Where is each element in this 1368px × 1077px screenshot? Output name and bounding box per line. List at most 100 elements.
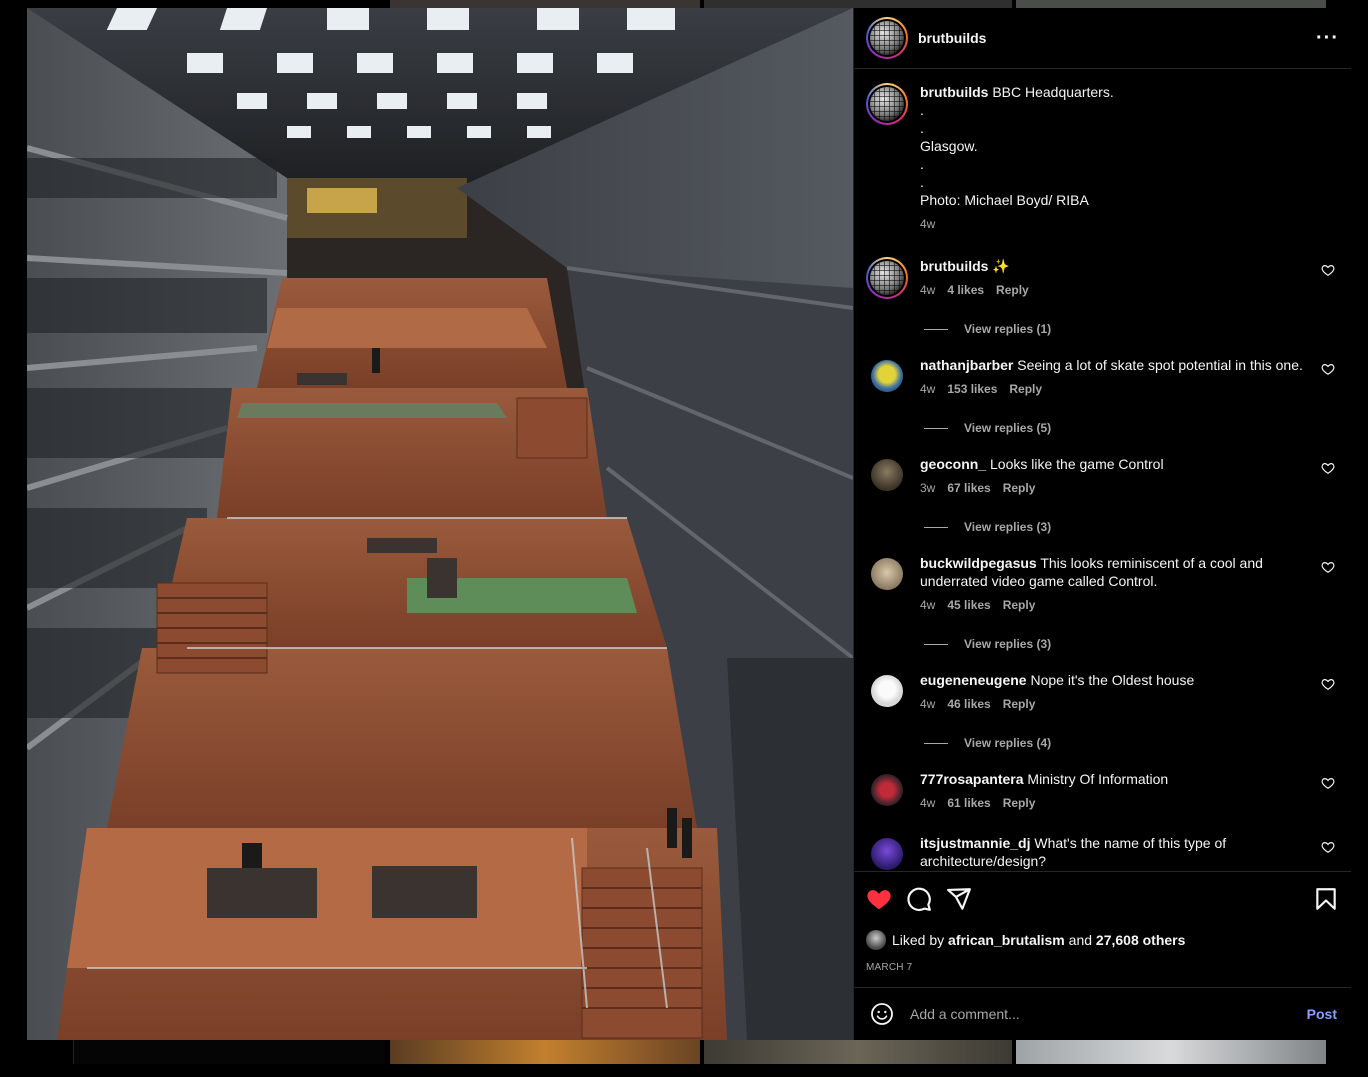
comment-likes[interactable]: 61 likes (947, 794, 990, 812)
caption-text: Photo: Michael Boyd/ RIBA (920, 192, 1089, 208)
view-replies-button[interactable]: View replies (1) (924, 322, 1335, 336)
comment-avatar[interactable] (866, 257, 908, 299)
caption-text: BBC Headquarters. (992, 84, 1114, 100)
comment-avatar[interactable] (871, 838, 903, 870)
view-replies-label: View replies (3) (964, 520, 1052, 534)
bookmark-icon[interactable] (1313, 886, 1339, 912)
comment-text: Seeing a lot of skate spot potential in … (1017, 357, 1303, 373)
comment-avatar[interactable] (871, 360, 903, 392)
comment-username[interactable]: eugeneneugene (920, 672, 1027, 688)
globe-avatar-icon (870, 87, 904, 121)
comment-time[interactable]: 4w (920, 596, 935, 614)
grid-thumbnail[interactable] (390, 1040, 700, 1064)
heart-outline-icon[interactable] (1321, 263, 1335, 277)
comment-username[interactable]: buckwildpegasus (920, 555, 1037, 571)
comment-time[interactable]: 3w (920, 479, 935, 497)
caption-avatar[interactable] (866, 83, 908, 125)
comment-time[interactable]: 4w (920, 281, 935, 299)
comment-text: ✨ (992, 258, 1010, 274)
comment-time[interactable]: 4w (920, 695, 935, 713)
author-avatar[interactable] (866, 17, 908, 59)
reply-button[interactable]: Reply (1009, 380, 1042, 398)
share-icon[interactable] (946, 886, 972, 912)
liker-avatar[interactable] (866, 930, 886, 950)
heart-outline-icon[interactable] (1321, 776, 1335, 790)
view-replies-label: View replies (3) (964, 637, 1052, 651)
atrium-photo (27, 8, 853, 1040)
post-header: brutbuilds ··· (854, 8, 1351, 69)
comment-likes[interactable]: 153 likes (947, 380, 997, 398)
comment-username[interactable]: nathanjbarber (920, 357, 1013, 373)
comment-likes[interactable]: 67 likes (947, 479, 990, 497)
likes-summary[interactable]: Liked by african_brutalism and 27,608 ot… (866, 930, 1339, 950)
post-date[interactable]: MARCH 7 (866, 962, 1339, 973)
comment-likes[interactable]: 4 likes (947, 281, 984, 299)
caption-text: . (920, 120, 924, 136)
view-replies-label: View replies (1) (964, 322, 1052, 336)
post-sidebar: brutbuilds ··· brutbuilds BBC Headquarte… (853, 8, 1351, 1040)
comment-item: nathanjbarber Seeing a lot of skate spot… (866, 356, 1335, 398)
comment-item: geoconn_ Looks like the game Control 3w … (866, 455, 1335, 497)
more-horizontal-icon[interactable]: ··· (1316, 27, 1339, 50)
comment-text: Looks like the game Control (990, 456, 1164, 472)
view-replies-button[interactable]: View replies (3) (924, 520, 1335, 534)
caption-text: . (920, 156, 924, 172)
heart-outline-icon[interactable] (1321, 461, 1335, 475)
liked-by-prefix: Liked by (892, 932, 945, 948)
comments-list[interactable]: brutbuilds BBC Headquarters. . . Glasgow… (854, 69, 1351, 871)
grid-thumbnail (73, 1040, 385, 1064)
view-replies-button[interactable]: View replies (5) (924, 421, 1335, 435)
comment-item: eugeneneugene Nope it's the Oldest house… (866, 671, 1335, 713)
comment-time[interactable]: 4w (920, 794, 935, 812)
comment-item: buckwildpegasus This looks reminiscent o… (866, 554, 1335, 614)
comment-input[interactable] (910, 1006, 1307, 1022)
comment-username[interactable]: itsjustmannie_dj (920, 835, 1030, 851)
liked-by-others[interactable]: 27,608 others (1096, 932, 1186, 948)
comment-avatar[interactable] (871, 675, 903, 707)
emoji-icon[interactable] (870, 1002, 894, 1026)
grid-thumbnail[interactable] (704, 1040, 1012, 1064)
comment-time[interactable]: 4w (920, 380, 935, 398)
heart-outline-icon[interactable] (1321, 362, 1335, 376)
heart-outline-icon[interactable] (1321, 560, 1335, 574)
view-replies-label: View replies (4) (964, 736, 1052, 750)
liked-by-user[interactable]: african_brutalism (948, 932, 1065, 948)
grid-thumbnail[interactable] (1016, 1040, 1326, 1064)
comment-username[interactable]: brutbuilds (920, 258, 988, 274)
post-button[interactable]: Post (1307, 1006, 1337, 1022)
comment-likes[interactable]: 45 likes (947, 596, 990, 614)
reply-button[interactable]: Reply (1003, 695, 1036, 713)
comment-avatar[interactable] (871, 774, 903, 806)
post-modal: brutbuilds ··· brutbuilds BBC Headquarte… (27, 8, 1351, 1040)
caption-text: Glasgow. (920, 138, 978, 154)
view-replies-button[interactable]: View replies (4) (924, 736, 1335, 750)
add-comment-bar: Post (854, 987, 1351, 1040)
reply-button[interactable]: Reply (1003, 794, 1036, 812)
reply-button[interactable]: Reply (996, 281, 1029, 299)
grid-thumbnail (1016, 0, 1326, 8)
comment-avatar[interactable] (871, 459, 903, 491)
heart-outline-icon[interactable] (1321, 677, 1335, 691)
comment-username[interactable]: 777rosapantera (920, 771, 1024, 787)
comment-icon[interactable] (906, 886, 932, 912)
comment-avatar[interactable] (871, 558, 903, 590)
heart-filled-icon[interactable] (866, 886, 892, 912)
author-username[interactable]: brutbuilds (918, 30, 1316, 46)
caption-text: . (920, 174, 924, 190)
comment-text: Ministry Of Information (1027, 771, 1169, 787)
comment-likes[interactable]: 46 likes (947, 695, 990, 713)
view-replies-button[interactable]: View replies (3) (924, 637, 1335, 651)
grid-thumbnail (704, 0, 1012, 8)
caption-username[interactable]: brutbuilds (920, 84, 988, 100)
post-actions: Liked by african_brutalism and 27,608 ot… (854, 871, 1351, 987)
comment-item: 777rosapantera Ministry Of Information 4… (866, 770, 1335, 812)
caption-text: . (920, 102, 924, 118)
reply-button[interactable]: Reply (1003, 596, 1036, 614)
comment-item: brutbuilds ✨ 4w 4 likes Reply (866, 257, 1335, 299)
heart-outline-icon[interactable] (1321, 840, 1335, 854)
comment-item: itsjustmannie_dj What's the name of this… (866, 834, 1335, 871)
reply-button[interactable]: Reply (1003, 479, 1036, 497)
comment-username[interactable]: geoconn_ (920, 456, 986, 472)
caption-time[interactable]: 4w (920, 215, 935, 233)
post-photo[interactable] (27, 8, 853, 1040)
